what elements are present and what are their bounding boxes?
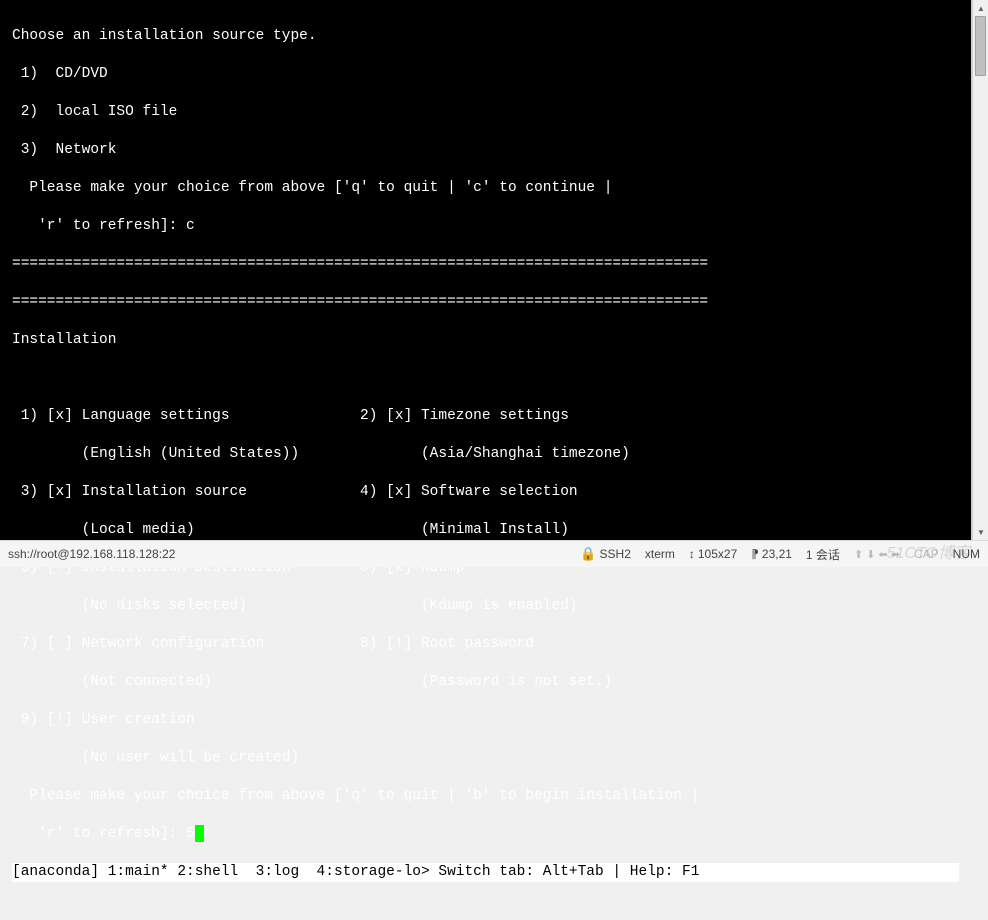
session-count: 1 会话: [806, 546, 840, 563]
app-status-bar: ssh://root@192.168.118.128:22 🔒SSH2 xter…: [0, 540, 988, 567]
text-line: 1) CD/DVD: [12, 65, 959, 84]
terminal-area[interactable]: Choose an installation source type. 1) C…: [0, 0, 972, 540]
scroll-down-arrow[interactable]: ▼: [973, 524, 988, 540]
text-line: Please make your choice from above ['q' …: [12, 179, 959, 198]
menu-row: 3) [x] Installation source 4) [x] Softwa…: [12, 483, 959, 502]
cursor: [195, 825, 204, 842]
ssh-indicator: 🔒SSH2: [580, 546, 631, 562]
text-line: 3) Network: [12, 141, 959, 160]
text-line: Choose an installation source type.: [12, 27, 959, 46]
divider-line: ========================================…: [12, 293, 959, 312]
terminal-output[interactable]: Choose an installation source type. 1) C…: [0, 0, 971, 920]
menu-row: 9) [!] User creation: [12, 711, 959, 730]
prompt-line: Please make your choice from above ['q' …: [12, 787, 959, 806]
text-line: 'r' to refresh]: c: [12, 217, 959, 236]
scroll-thumb[interactable]: [975, 16, 986, 76]
divider-line: ========================================…: [12, 255, 959, 274]
nav-arrows[interactable]: ⬆ ⬇ ⬅ ➡: [854, 548, 900, 561]
term-type: xterm: [645, 547, 675, 561]
term-size: ↕ 105x27: [689, 547, 737, 561]
menu-row-detail: (No user will be created): [12, 749, 959, 768]
scroll-track[interactable]: [973, 16, 988, 524]
blank-line: [12, 369, 959, 388]
connection-string: ssh://root@192.168.118.128:22: [8, 547, 566, 561]
num-indicator: NUM: [953, 547, 980, 561]
menu-row-detail: (Local media) (Minimal Install): [12, 521, 959, 540]
scroll-up-arrow[interactable]: ▲: [973, 0, 988, 16]
cursor-position: ⁋ 23,21: [751, 547, 792, 561]
menu-row-detail: (English (United States)) (Asia/Shanghai…: [12, 445, 959, 464]
menu-row: 1) [x] Language settings 2) [x] Timezone…: [12, 407, 959, 426]
lock-icon: 🔒: [580, 546, 596, 562]
section-header: Installation: [12, 331, 959, 350]
position-icon: ⁋: [751, 547, 759, 561]
text-line: 2) local ISO file: [12, 103, 959, 122]
resize-icon: ↕: [689, 547, 695, 561]
menu-row: 7) [ ] Network configuration 8) [!] Root…: [12, 635, 959, 654]
tmux-status-bar: [anaconda] 1:main* 2:shell 3:log 4:stora…: [12, 863, 959, 882]
caps-indicator: CAP: [914, 547, 939, 561]
menu-row-detail: (No disks selected) (Kdump is enabled): [12, 597, 959, 616]
menu-row-detail: (Not connected) (Password is not set.): [12, 673, 959, 692]
prompt-input-line[interactable]: 'r' to refresh]: 5: [12, 825, 959, 844]
vertical-scrollbar[interactable]: ▲ ▼: [972, 0, 988, 540]
